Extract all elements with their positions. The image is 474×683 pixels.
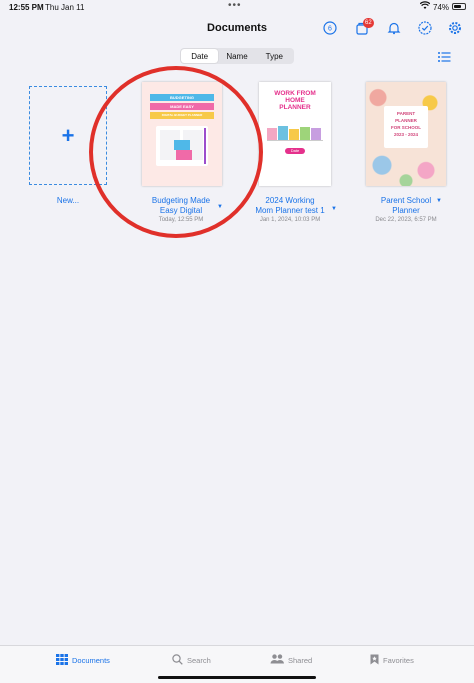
bookmark-icon bbox=[370, 654, 379, 667]
sort-option-date[interactable]: Date bbox=[181, 49, 219, 63]
document-title-parent-school[interactable]: Parent School Planner bbox=[366, 196, 446, 216]
grid-icon bbox=[56, 654, 68, 667]
people-icon bbox=[270, 654, 284, 666]
chevron-down-icon[interactable]: ▼ bbox=[436, 198, 442, 204]
red-annotation-circle bbox=[89, 66, 263, 238]
home-indicator bbox=[158, 676, 316, 679]
sort-segmented-control: Date Name Type bbox=[180, 48, 294, 64]
sort-option-type[interactable]: Type bbox=[256, 49, 293, 63]
status-time: 12:55 PM bbox=[9, 3, 44, 12]
cover-title: WORK FROM HOME PLANNER bbox=[274, 90, 316, 111]
tab-documents[interactable]: Documents bbox=[56, 654, 110, 667]
multitasking-dots-icon[interactable]: ••• bbox=[228, 0, 242, 11]
plus-icon: + bbox=[61, 122, 75, 148]
tab-shared[interactable]: Shared bbox=[270, 654, 312, 666]
battery-icon bbox=[452, 3, 466, 10]
document-thumbnail-work-from-home[interactable]: WORK FROM HOME PLANNER Date bbox=[259, 82, 331, 186]
timer-icon[interactable]: 6 bbox=[322, 20, 338, 36]
chevron-down-icon[interactable]: ▼ bbox=[331, 206, 337, 212]
timer-value: 6 bbox=[328, 26, 332, 33]
list-view-icon[interactable] bbox=[437, 50, 451, 62]
search-icon bbox=[172, 654, 183, 667]
document-thumbnail-parent-school[interactable]: PARENT PLANNER FOR SCHOOL 2023 - 2024 bbox=[366, 82, 446, 186]
battery-percent: 74% bbox=[433, 3, 450, 12]
gear-icon[interactable] bbox=[447, 20, 463, 36]
wifi-icon bbox=[419, 1, 431, 12]
sort-option-name[interactable]: Name bbox=[218, 49, 255, 63]
notification-badge: 62 bbox=[363, 18, 374, 28]
bell-icon[interactable] bbox=[386, 20, 402, 36]
status-date: Thu Jan 11 bbox=[45, 3, 85, 12]
new-document-label[interactable]: New... bbox=[29, 196, 107, 206]
document-date-working-mom: Jan 1, 2024, 10:03 PM bbox=[259, 217, 321, 223]
tab-favorites[interactable]: Favorites bbox=[370, 654, 414, 667]
page-title: Documents bbox=[207, 22, 267, 34]
status-bar: 12:55 PM Thu Jan 11 ••• 74% bbox=[0, 0, 474, 14]
checkmark-icon[interactable] bbox=[417, 20, 433, 36]
document-date-parent-school: Dec 22, 2023, 6:57 PM bbox=[375, 217, 437, 223]
battery-level-fill bbox=[454, 5, 462, 8]
document-title-working-mom[interactable]: 2024 Working Mom Planner test 1 bbox=[250, 196, 330, 216]
cover-title: PARENT PLANNER FOR SCHOOL 2023 - 2024 bbox=[384, 106, 428, 148]
cover-houses bbox=[267, 126, 323, 141]
tab-search[interactable]: Search bbox=[172, 654, 211, 667]
cover-date-button: Date bbox=[285, 148, 305, 154]
